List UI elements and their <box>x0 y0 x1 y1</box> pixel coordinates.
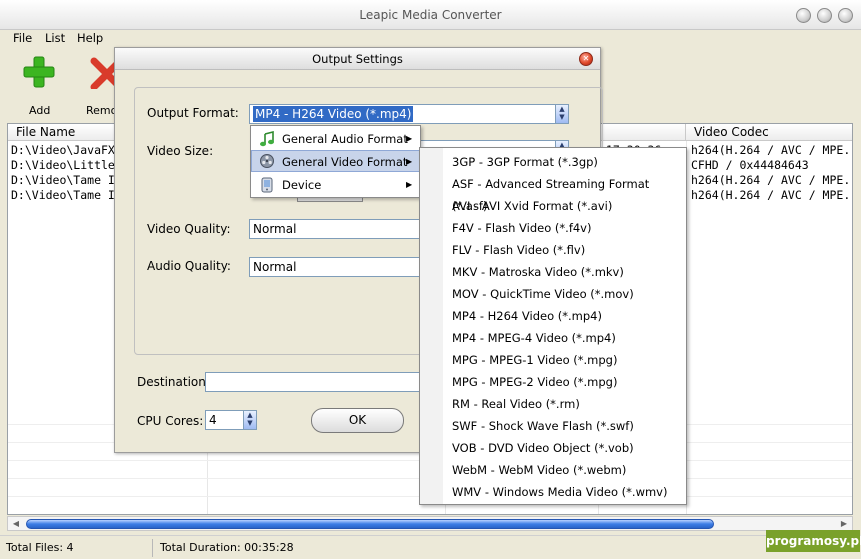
column-header-video-codec[interactable]: Video Codec <box>686 124 852 141</box>
audio-quality-label: Audio Quality: <box>147 259 231 273</box>
format-item-rm[interactable]: RM - Real Video (*.rm) <box>420 393 686 415</box>
audio-quality-value: Normal <box>253 260 297 274</box>
remove-button[interactable] <box>90 57 114 89</box>
format-item-swf[interactable]: SWF - Shock Wave Flash (*.swf) <box>420 415 686 437</box>
minimize-button[interactable] <box>796 8 811 23</box>
submenu-arrow-icon: ▶ <box>406 157 413 166</box>
cpu-cores-value: 4 <box>209 413 217 427</box>
cell-video-codec: h264(H.264 / AVC / MPE... <box>691 173 851 187</box>
destination-label: Destination: <box>137 375 210 389</box>
submenu-arrow-icon: ▶ <box>406 180 413 189</box>
format-item-mov[interactable]: MOV - QuickTime Video (*.mov) <box>420 283 686 305</box>
video-format-submenu: 3GP - 3GP Format (*.3gp) ASF - Advanced … <box>419 147 687 505</box>
scroll-right-arrow-icon[interactable]: ▶ <box>838 518 850 530</box>
ok-button[interactable]: OK <box>311 408 404 433</box>
scroll-left-arrow-icon[interactable]: ◀ <box>10 518 22 530</box>
menu-help[interactable]: Help <box>77 30 103 47</box>
menubar: File List Help <box>0 30 861 47</box>
format-item-asf[interactable]: ASF - Advanced Streaming Format (*.asf) <box>420 173 686 213</box>
close-window-button[interactable] <box>838 8 853 23</box>
video-quality-value: Normal <box>253 222 297 236</box>
menu-item-general-video-format[interactable]: General Video Format ▶ <box>251 150 420 172</box>
format-item-mp4-mpeg4[interactable]: MP4 - MPEG-4 Video (*.mp4) <box>420 327 686 349</box>
phone-device-icon <box>261 177 273 193</box>
menu-item-label: Device <box>282 178 322 192</box>
window-title: Leapic Media Converter <box>0 0 861 30</box>
total-duration: Total Duration: 00:35:28 <box>160 541 294 554</box>
audio-quality-select[interactable]: Normal <box>249 257 429 277</box>
music-note-icon <box>260 131 274 147</box>
format-category-menu: General Audio Format ▶ General Video For… <box>250 125 421 198</box>
format-item-vob[interactable]: VOB - DVD Video Object (*.vob) <box>420 437 686 459</box>
close-icon: ✕ <box>582 54 590 63</box>
status-divider <box>152 539 153 557</box>
format-item-webm[interactable]: WebM - WebM Video (*.webm) <box>420 459 686 481</box>
watermark: programosy.pl <box>766 530 861 552</box>
cell-file-name: D:\Video\JavaFX t <box>11 143 115 157</box>
remove-label: Remo <box>86 104 118 117</box>
output-format-select[interactable]: MP4 - H264 Video (*.mp4) ▲ ▼ <box>249 104 569 124</box>
plus-icon <box>23 56 55 88</box>
cpu-cores-label: CPU Cores: <box>137 414 204 428</box>
output-format-label: Output Format: <box>147 106 239 120</box>
dialog-close-button[interactable]: ✕ <box>579 52 593 66</box>
destination-input[interactable] <box>205 372 429 392</box>
video-quality-select[interactable]: Normal <box>249 219 429 239</box>
menu-file[interactable]: File <box>13 30 32 47</box>
output-format-value: MP4 - H264 Video (*.mp4) <box>253 106 414 122</box>
add-button[interactable] <box>22 55 56 89</box>
spinner-arrows-icon[interactable]: ▲ ▼ <box>243 411 256 429</box>
total-files: Total Files: 4 <box>6 541 74 554</box>
format-item-mpg-mpeg1[interactable]: MPG - MPEG-1 Video (*.mpg) <box>420 349 686 371</box>
cell-video-codec: CFHD / 0x44484643 <box>691 158 809 172</box>
menu-item-label: General Video Format <box>282 155 408 169</box>
format-item-3gp[interactable]: 3GP - 3GP Format (*.3gp) <box>420 151 686 173</box>
format-item-flv[interactable]: FLV - Flash Video (*.flv) <box>420 239 686 261</box>
add-label: Add <box>29 104 51 117</box>
menu-item-label: General Audio Format <box>282 132 408 146</box>
cell-video-codec: h264(H.264 / AVC / MPE... <box>691 188 851 202</box>
video-quality-label: Video Quality: <box>147 222 231 236</box>
menu-item-device[interactable]: Device ▶ <box>251 174 420 196</box>
remove-x-icon <box>90 57 114 89</box>
cell-file-name: D:\Video\Tame Im <box>11 188 115 202</box>
status-bar: Total Files: 4 Total Duration: 00:35:28 <box>0 535 861 559</box>
format-item-avi[interactable]: AVI - AVI Xvid Format (*.avi) <box>420 195 686 217</box>
cell-file-name: D:\Video\Little Wi <box>11 158 115 172</box>
cell-video-codec: h264(H.264 / AVC / MPE... <box>691 143 851 157</box>
dropdown-arrows-icon[interactable]: ▲▼ <box>555 105 568 123</box>
format-item-mpg-mpeg2[interactable]: MPG - MPEG-2 Video (*.mpg) <box>420 371 686 393</box>
menu-item-general-audio-format[interactable]: General Audio Format ▶ <box>251 128 420 150</box>
format-item-mkv[interactable]: MKV - Matroska Video (*.mkv) <box>420 261 686 283</box>
format-item-f4v[interactable]: F4V - Flash Video (*.f4v) <box>420 217 686 239</box>
horizontal-scrollbar[interactable]: ◀ ▶ <box>7 516 853 531</box>
cell-file-name: D:\Video\Tame Im <box>11 173 115 187</box>
cpu-cores-spinner[interactable]: 4 ▲ ▼ <box>205 410 257 430</box>
maximize-button[interactable] <box>817 8 832 23</box>
dialog-title: Output Settings <box>115 48 600 70</box>
film-reel-icon <box>260 154 274 168</box>
video-size-label: Video Size: <box>147 144 214 158</box>
format-item-wmv[interactable]: WMV - Windows Media Video (*.wmv) <box>420 481 686 503</box>
submenu-arrow-icon: ▶ <box>406 134 413 143</box>
format-item-mp4-h264[interactable]: MP4 - H264 Video (*.mp4) <box>420 305 686 327</box>
scrollbar-thumb[interactable] <box>26 519 714 529</box>
menu-list[interactable]: List <box>45 30 65 47</box>
